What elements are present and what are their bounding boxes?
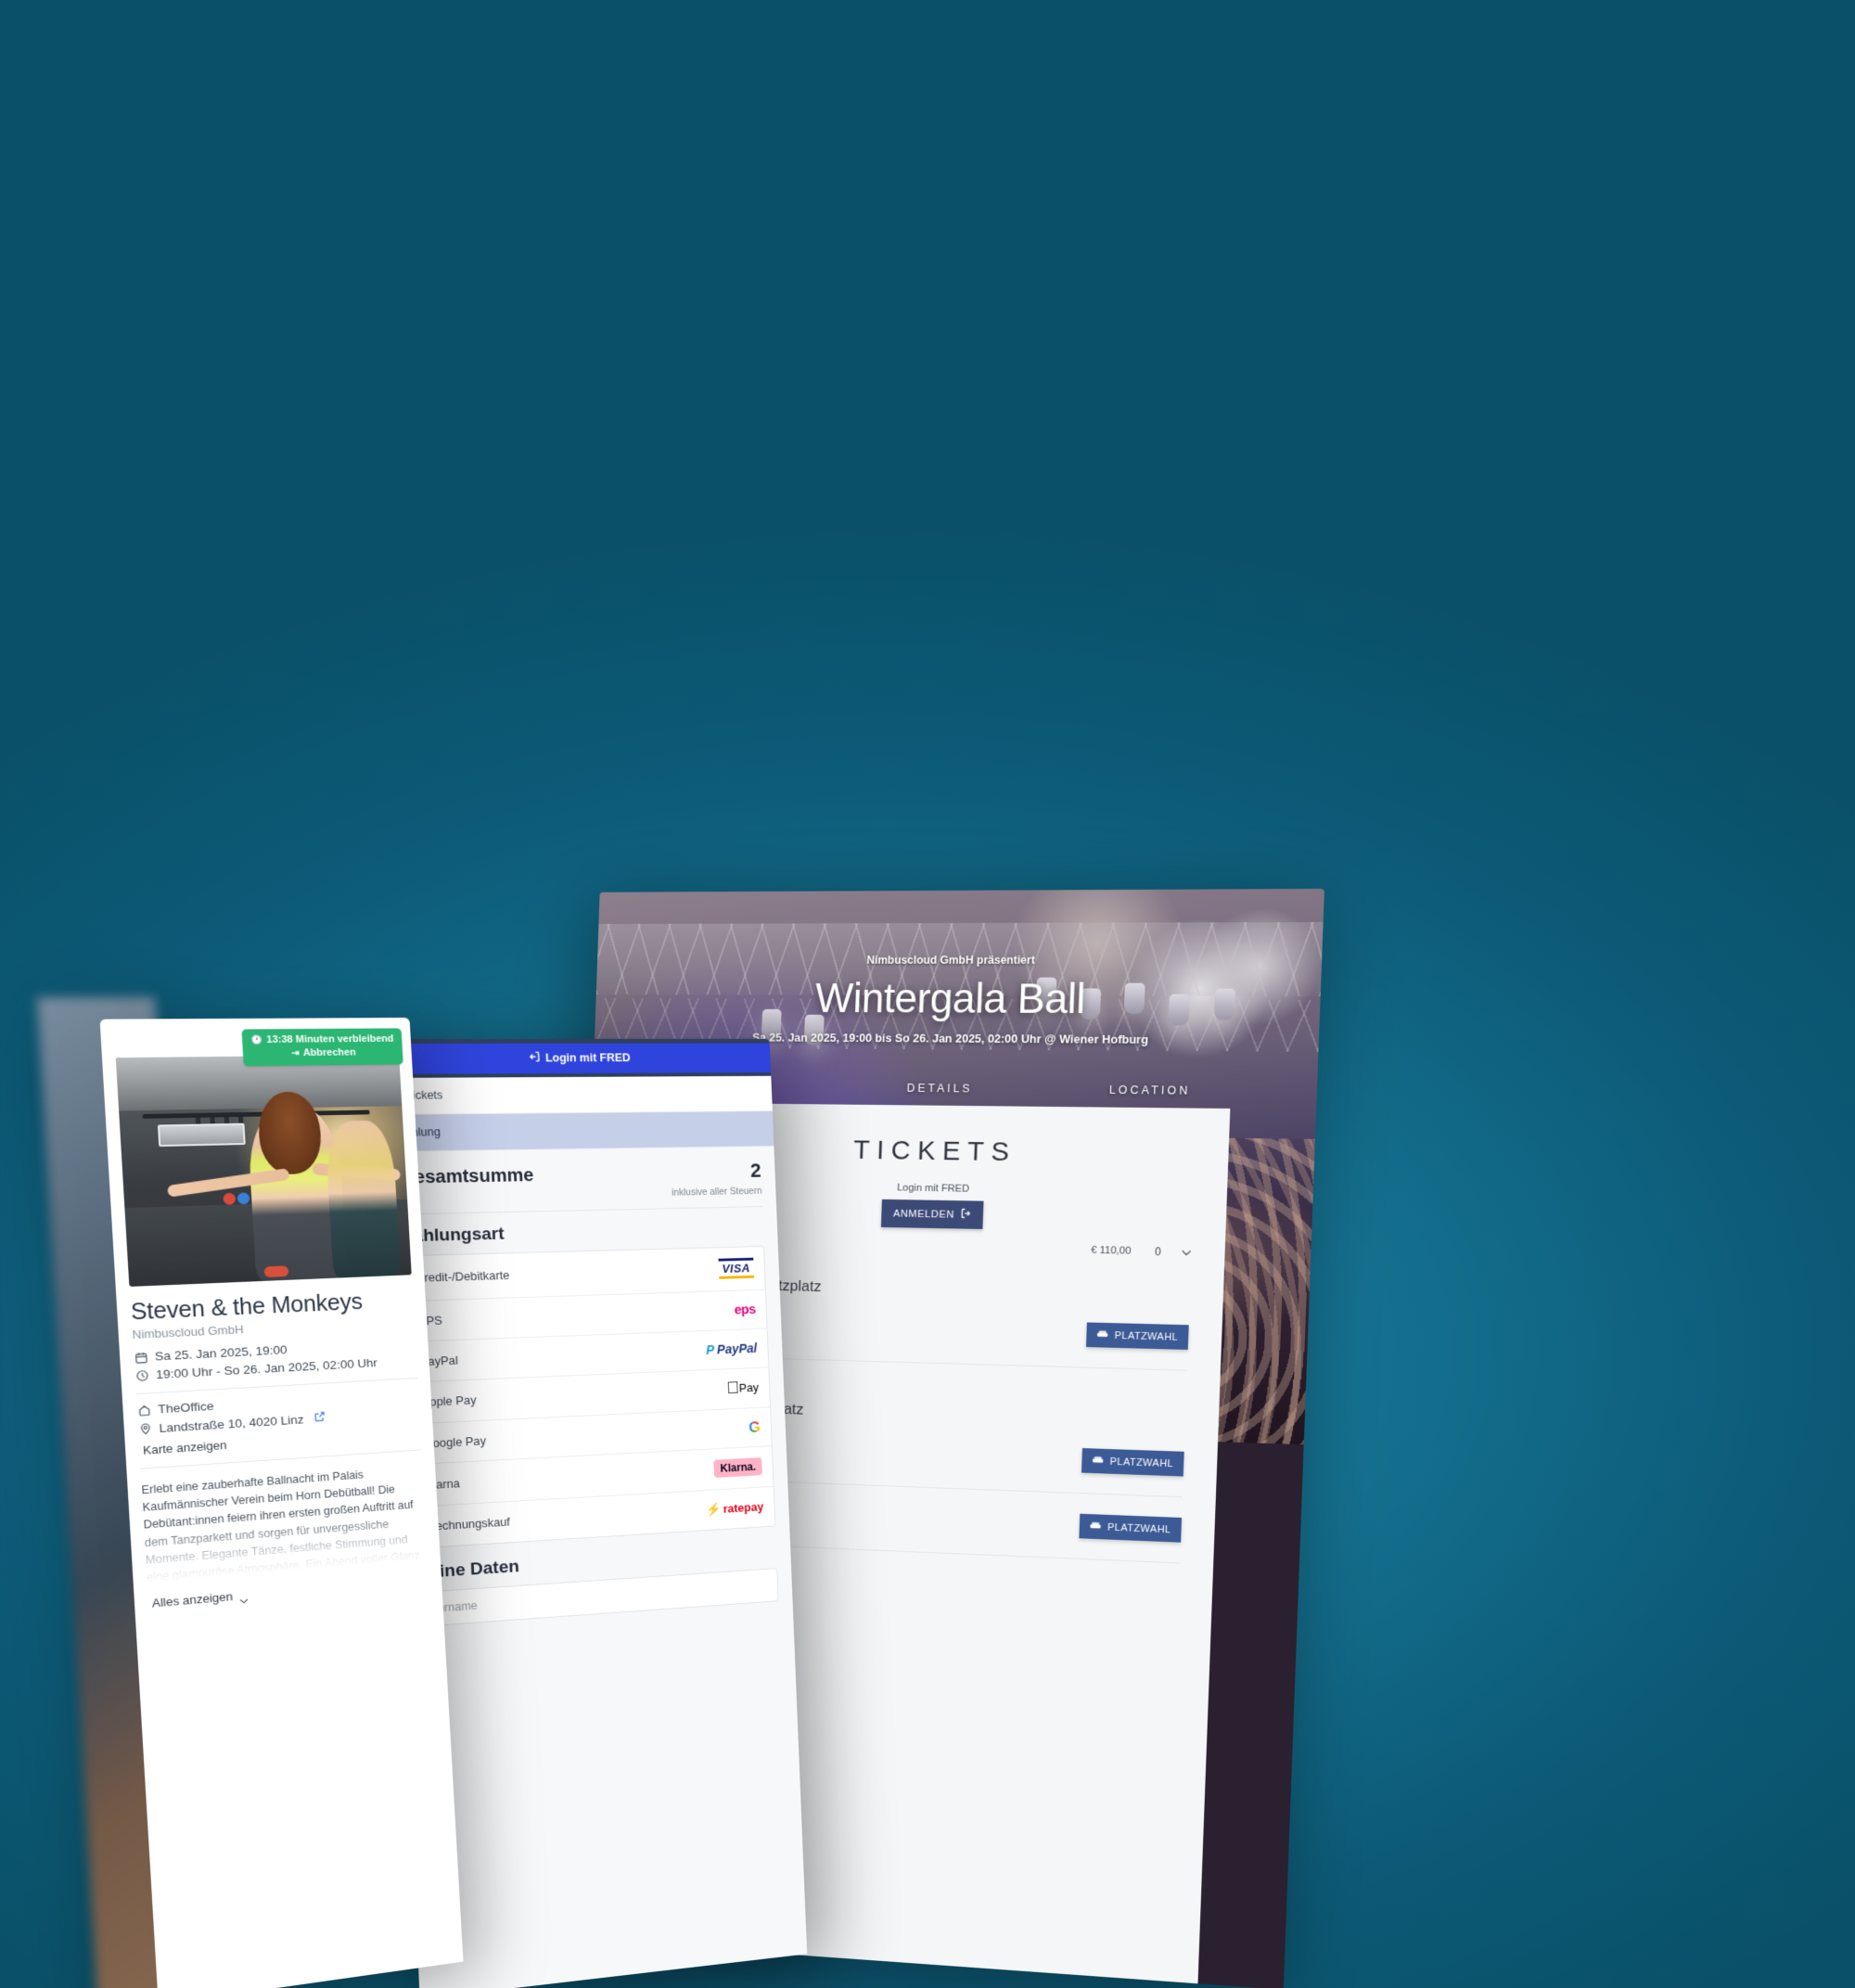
show-all-button[interactable]: Alles anzeigen [151, 1588, 248, 1610]
countdown-badge[interactable]: 🕐 13:38 Minuten verbleibend ⇥ Abbrechen [241, 1028, 403, 1067]
event-date: Sa 25. Jan 2025, 19:00 [154, 1342, 288, 1364]
ticket-quantity-value: 0 [1154, 1245, 1162, 1259]
photo-ball [237, 1192, 250, 1205]
divider [401, 1206, 763, 1215]
google-pay-logo: G [748, 1417, 761, 1436]
platzwahl-button[interactable]: PLATZWAHL [1085, 1322, 1189, 1351]
nav-tab-location[interactable]: LOCATION [1109, 1084, 1191, 1097]
home-icon [136, 1403, 152, 1417]
event-meta: Sa 25. Jan 2025, 19:00 19:00 Uhr - So 26… [134, 1336, 417, 1382]
hero-text-block: Nimbuscloud GmbH präsentiert Wintergala … [595, 954, 1322, 1047]
total-value: 2 [749, 1159, 762, 1182]
calendar-icon [134, 1350, 149, 1365]
seat-icon [1089, 1520, 1101, 1533]
map-pin-icon [137, 1421, 153, 1436]
external-link-icon[interactable] [313, 1410, 326, 1425]
klarna-logo: Klarna. [713, 1457, 762, 1478]
checkout-steps: 2 Tickets Zahlung [379, 1075, 774, 1152]
visa-logo: VISA [718, 1257, 755, 1279]
photo-dancer-shoe [263, 1265, 289, 1277]
chevron-down-icon [1181, 1246, 1191, 1259]
fred-login-button[interactable]: Login mit FRED [378, 1043, 772, 1074]
login-icon [960, 1208, 971, 1222]
anmelden-label: ANMELDEN [892, 1208, 955, 1221]
clock-icon [134, 1368, 150, 1383]
event-detail-content: 🕐 13:38 Minuten verbleibend ⇥ Abbrechen [100, 1018, 442, 1613]
platzwahl-label: PLATZWAHL [1109, 1456, 1174, 1469]
checkout-topbar: Login mit FRED [378, 1038, 772, 1078]
clock-icon: 🕐 [250, 1034, 263, 1045]
your-data-section: Deine Daten Vorname [416, 1541, 779, 1627]
event-title: Wintergala Ball [814, 974, 1086, 1022]
platzwahl-label: PLATZWAHL [1107, 1521, 1171, 1535]
seat-icon [1096, 1329, 1108, 1341]
seat-icon [1092, 1455, 1104, 1467]
event-address: Landstraße 10, 4020 Linz [159, 1412, 304, 1435]
countdown-text: 13:38 Minuten verbleibend [266, 1033, 394, 1045]
show-all-label: Alles anzeigen [151, 1589, 234, 1610]
payment-method-list: Kredit-/Debitkarte VISA EPS eps PayPal P… [403, 1245, 776, 1549]
step-tickets[interactable]: 2 Tickets [379, 1075, 773, 1115]
anmelden-button[interactable]: ANMELDEN [881, 1199, 984, 1229]
chevron-down-icon [238, 1592, 248, 1598]
countdown-cancel-label: Abbrechen [302, 1046, 357, 1058]
ticket-price-quantity: € 110,00 0 [1091, 1244, 1192, 1259]
event-description: Erlebt eine zauberhafte Ballnacht im Pal… [141, 1468, 421, 1584]
fred-login-label: Login mit FRED [544, 1051, 631, 1065]
payment-section-title: Zahlungsart [402, 1224, 505, 1247]
ticket-price: € 110,00 [1090, 1244, 1132, 1257]
login-icon [528, 1051, 541, 1066]
platzwahl-button[interactable]: PLATZWAHL [1079, 1513, 1183, 1543]
presenter-label: Nimbuscloud GmbH präsentiert [866, 954, 1036, 967]
countdown-cancel-row[interactable]: ⇥ Abbrechen [251, 1045, 394, 1060]
logout-icon: ⇥ [291, 1047, 301, 1058]
eps-logo: eps [734, 1301, 756, 1317]
event-detail-panel: 🕐 13:38 Minuten verbleibend ⇥ Abbrechen [99, 1017, 464, 1988]
total-tax-note: inklusive aller Steuern [671, 1186, 762, 1199]
paypal-logo: P PayPal [705, 1340, 758, 1357]
photo-mirror [158, 1122, 246, 1148]
total-row: Gesamtsumme 2 [399, 1160, 761, 1189]
countdown-time-row: 🕐 13:38 Minuten verbleibend [250, 1032, 393, 1047]
apple-pay-logo:  Pay [726, 1379, 760, 1398]
platzwahl-button[interactable]: PLATZWAHL [1081, 1448, 1184, 1477]
step-zahlung[interactable]: Zahlung [381, 1110, 774, 1152]
ticket-quantity-select[interactable]: 0 [1155, 1245, 1192, 1259]
event-venue: TheOffice [157, 1399, 214, 1417]
event-photo [115, 1054, 412, 1287]
event-detail-card: 🕐 13:38 Minuten verbleibend ⇥ Abbrechen [37, 996, 470, 1988]
nav-tab-details[interactable]: DETAILS [907, 1082, 973, 1095]
platzwahl-label: PLATZWAHL [1114, 1329, 1179, 1343]
photo-ball [222, 1192, 236, 1205]
ratepay-logo: ⚡ ratepay [705, 1498, 764, 1517]
mockup-stage: Nimbuscloud GmbH präsentiert Wintergala … [0, 0, 1855, 1988]
